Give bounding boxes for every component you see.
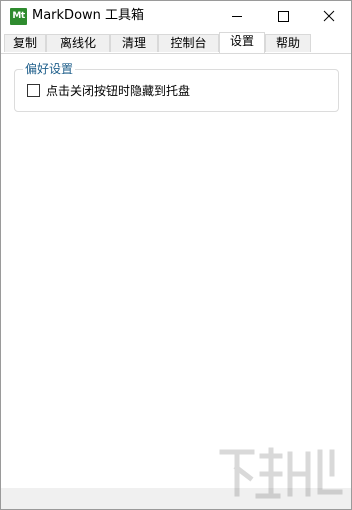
tab-offline[interactable]: 离线化	[46, 34, 110, 52]
tab-settings[interactable]: 设置	[219, 32, 265, 53]
close-button[interactable]	[306, 1, 352, 31]
tab-strip: 复制 离线化 清理 控制台 设置 帮助	[1, 32, 351, 54]
title-bar[interactable]: Mt MarkDown 工具箱	[1, 1, 351, 31]
preferences-group-title: 偏好设置	[23, 61, 76, 77]
app-window: Mt MarkDown 工具箱 复制 离线化 清理 控制台 设置 帮助 偏好设置	[0, 0, 352, 510]
close-icon	[323, 10, 335, 22]
maximize-button[interactable]	[260, 1, 306, 31]
minimize-icon	[232, 16, 242, 17]
watermark-logo	[219, 447, 343, 499]
tab-cleanup[interactable]: 清理	[110, 34, 158, 52]
tab-help[interactable]: 帮助	[265, 34, 311, 52]
app-icon: Mt	[10, 8, 27, 25]
minimize-button[interactable]	[214, 1, 260, 31]
hide-to-tray-label[interactable]: 点击关闭按钮时隐藏到托盘	[46, 82, 190, 100]
hide-to-tray-checkbox[interactable]	[27, 84, 40, 97]
tab-copy[interactable]: 复制	[4, 34, 46, 52]
tab-console[interactable]: 控制台	[158, 34, 219, 52]
maximize-icon	[278, 11, 289, 22]
window-title: MarkDown 工具箱	[32, 8, 145, 23]
settings-panel: 偏好设置 点击关闭按钮时隐藏到托盘	[5, 54, 347, 486]
